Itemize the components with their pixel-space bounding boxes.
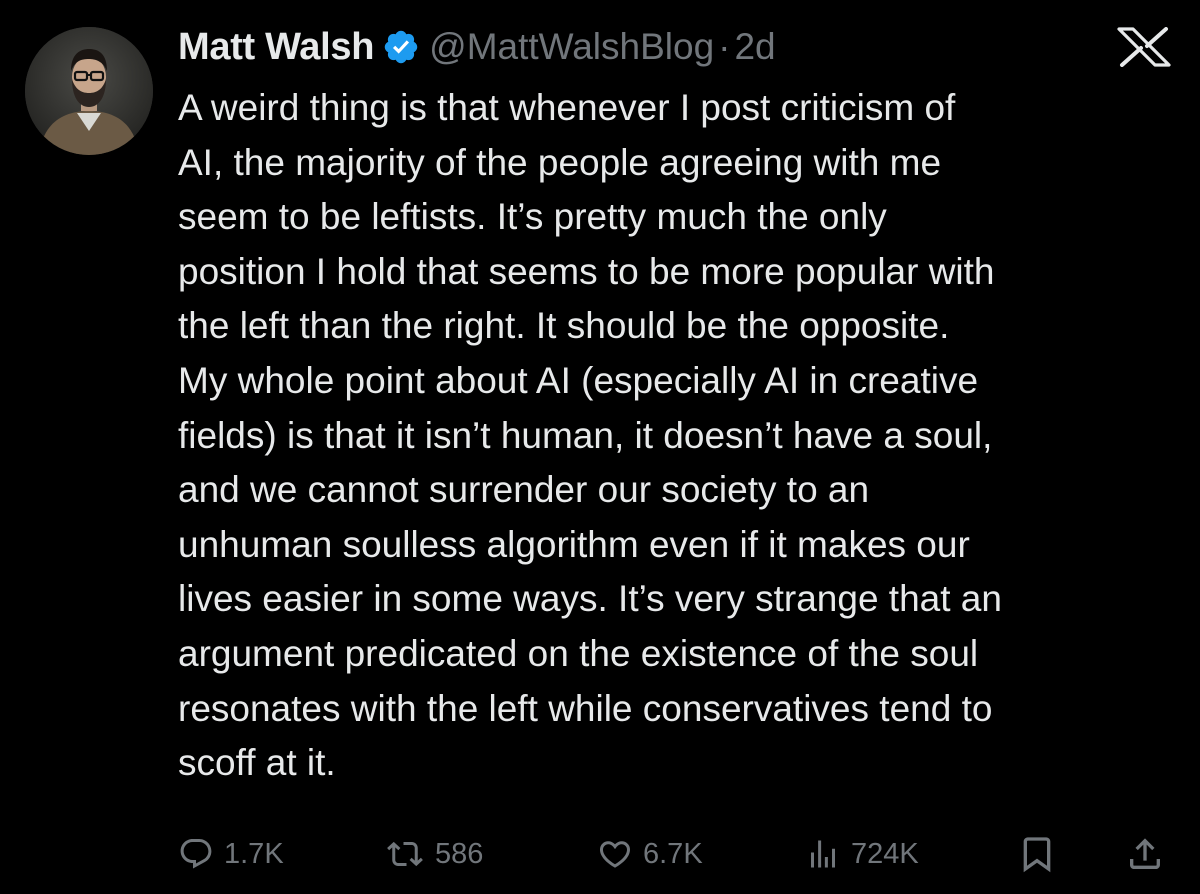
- reply-count: 1.7K: [224, 837, 284, 870]
- separator-dot: ·: [718, 26, 731, 67]
- bookmark-icon: [1017, 834, 1057, 874]
- retweet-icon: [385, 836, 425, 872]
- views-icon: [805, 836, 841, 872]
- views-count: 724K: [851, 837, 919, 870]
- retweet-count: 586: [435, 837, 484, 870]
- tweet-card: Matt Walsh @MattWalshBlog · 2d A weird t…: [0, 0, 1200, 894]
- tweet-header: Matt Walsh @MattWalshBlog · 2d: [178, 22, 776, 72]
- avatar[interactable]: [25, 27, 153, 155]
- heart-icon: [597, 836, 633, 872]
- avatar-image: [25, 27, 153, 155]
- action-bar: 1.7K 586 6.7K 724K: [0, 826, 1200, 882]
- tweet-text: A weird thing is that whenever I post cr…: [178, 87, 1002, 784]
- like-count: 6.7K: [643, 837, 703, 870]
- reply-icon: [178, 836, 214, 872]
- reply-button[interactable]: 1.7K: [178, 826, 284, 882]
- x-logo-icon: [1116, 27, 1172, 67]
- bookmark-button[interactable]: [1017, 826, 1057, 882]
- share-button[interactable]: [1125, 826, 1165, 882]
- retweet-button[interactable]: 586: [385, 826, 483, 882]
- author-handle[interactable]: @MattWalshBlog: [429, 26, 714, 68]
- verified-badge-icon: [382, 28, 420, 66]
- tweet-timestamp[interactable]: 2d: [734, 26, 775, 68]
- author-name[interactable]: Matt Walsh: [178, 26, 374, 69]
- like-button[interactable]: 6.7K: [597, 826, 703, 882]
- views-button[interactable]: 724K: [805, 826, 919, 882]
- share-icon: [1125, 834, 1165, 874]
